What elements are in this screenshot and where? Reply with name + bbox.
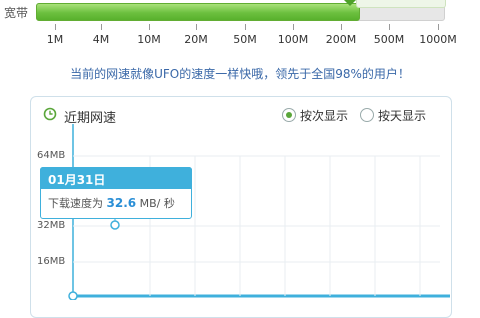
data-point-01-31 <box>110 220 120 230</box>
tooltip-value: 32.6 <box>106 196 137 210</box>
speed-marker-icon <box>344 0 356 6</box>
speed-scale-tick <box>341 24 342 30</box>
speed-bar-fill <box>36 3 360 21</box>
speed-scale-tick <box>293 24 294 30</box>
y-label-32mb: 32MB <box>37 220 66 231</box>
speed-scale-label: 500M <box>373 33 405 46</box>
speed-scale-label: 50M <box>233 33 257 46</box>
speed-scale-tick <box>438 24 439 30</box>
speed-scale-label: 4M <box>92 33 110 46</box>
bandwidth-label: 宽带 <box>4 6 29 20</box>
speed-scale-tick <box>196 24 197 30</box>
speed-scale-label: 100M <box>277 33 309 46</box>
tooltip-prefix: 下载速度为 <box>48 197 103 210</box>
chart-origin-point <box>68 291 78 300</box>
speed-scale-tick <box>149 24 150 30</box>
ranking-message: 当前的网速就像UFO的速度一样快哦，领先于全国98%的用户！ <box>70 67 410 81</box>
speed-scale-label: 1M <box>46 33 64 46</box>
y-label-16mb: 16MB <box>37 256 66 267</box>
clock-icon <box>43 107 57 121</box>
tooltip-date: 01月31日 <box>48 173 106 187</box>
speed-scale-label: 1000M <box>419 33 457 46</box>
tooltip-unit: MB/ 秒 <box>139 197 175 210</box>
speed-scale-tick <box>101 24 102 30</box>
speed-scale-label: 10M <box>137 33 161 46</box>
speed-scale-tick <box>389 24 390 30</box>
speed-scale-label: 20M <box>184 33 208 46</box>
speed-scale-tick <box>55 24 56 30</box>
speed-bar-marker-tab <box>356 0 446 8</box>
speed-scale-tick <box>245 24 246 30</box>
tooltip-speed-line: 下载速度为 32.6 MB/ 秒 <box>48 195 175 211</box>
y-label-64mb: 64MB <box>37 150 66 161</box>
speed-scale-label: 200M <box>325 33 357 46</box>
